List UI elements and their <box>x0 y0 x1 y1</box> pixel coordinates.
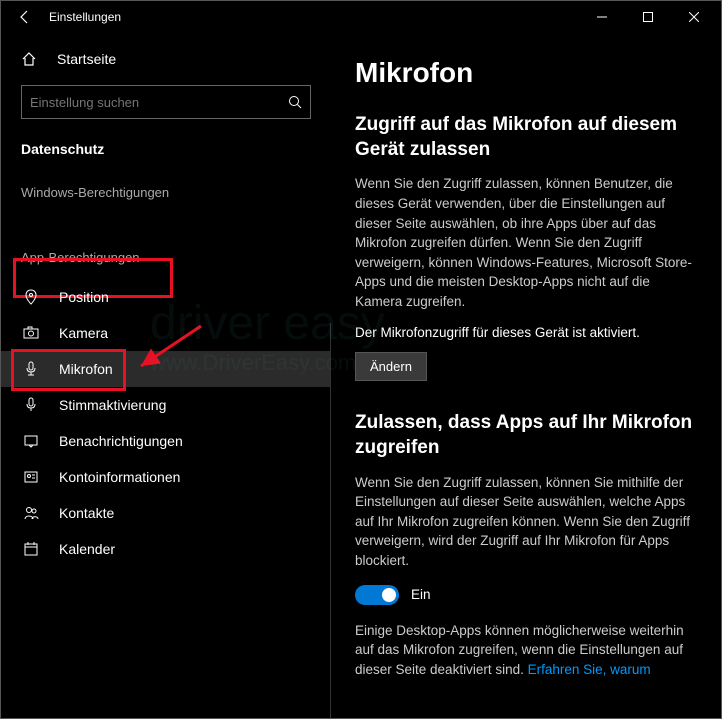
section-privacy: Datenschutz <box>1 133 331 171</box>
main-content: Mikrofon Zugriff auf das Mikrofon auf di… <box>331 33 721 718</box>
sidebar-item-label: Kontakte <box>59 505 114 521</box>
close-button[interactable] <box>671 1 717 33</box>
toggle-label: Ein <box>411 587 431 602</box>
minimize-button[interactable] <box>579 1 625 33</box>
home-nav[interactable]: Startseite <box>1 43 331 75</box>
section1-status: Der Mikrofonzugriff für dieses Gerät ist… <box>355 325 697 340</box>
learn-why-link[interactable]: Erfahren Sie, warum <box>528 662 651 677</box>
sidebar-item-calendar[interactable]: Kalender <box>1 531 331 567</box>
search-icon <box>288 95 302 109</box>
account-icon <box>21 469 41 485</box>
sidebar-item-label: Kalender <box>59 541 115 557</box>
change-button[interactable]: Ändern <box>355 352 427 381</box>
window-title: Einstellungen <box>45 10 579 24</box>
sidebar-item-label: Stimmaktivierung <box>59 397 166 413</box>
calendar-icon <box>21 541 41 557</box>
sidebar-item-label: Benachrichtigungen <box>59 433 183 449</box>
section3-body: Einige Desktop-Apps können möglicherweis… <box>355 621 697 680</box>
sidebar-item-label: Position <box>59 289 109 305</box>
location-icon <box>21 289 41 305</box>
contacts-icon <box>21 505 41 521</box>
maximize-button[interactable] <box>625 1 671 33</box>
back-button[interactable] <box>5 9 45 25</box>
search-box[interactable] <box>21 85 311 119</box>
sidebar-item-label: Kamera <box>59 325 108 341</box>
section2-body: Wenn Sie den Zugriff zulassen, können Si… <box>355 473 697 571</box>
titlebar: Einstellungen <box>1 1 721 33</box>
sidebar-item-voice[interactable]: Stimmaktivierung <box>1 387 331 423</box>
section1-title: Zugriff auf das Mikrofon auf diesem Gerä… <box>355 113 697 162</box>
search-input[interactable] <box>30 95 288 110</box>
page-title: Mikrofon <box>355 57 697 89</box>
sidebar-item-position[interactable]: Position <box>1 279 331 315</box>
home-label: Startseite <box>57 51 116 67</box>
sidebar-item-microphone[interactable]: Mikrofon <box>1 351 331 387</box>
sidebar-item-label: Kontoinformationen <box>59 469 180 485</box>
group-windows-perms: Windows-Berechtigungen <box>1 171 331 214</box>
sidebar-item-account[interactable]: Kontoinformationen <box>1 459 331 495</box>
sidebar-item-notifications[interactable]: Benachrichtigungen <box>1 423 331 459</box>
section2-title: Zulassen, dass Apps auf Ihr Mikrofon zug… <box>355 411 697 460</box>
section1-body: Wenn Sie den Zugriff zulassen, können Be… <box>355 174 697 311</box>
voice-icon <box>21 397 41 413</box>
apps-access-toggle[interactable] <box>355 585 399 605</box>
sidebar-item-contacts[interactable]: Kontakte <box>1 495 331 531</box>
microphone-icon <box>21 361 41 377</box>
notification-icon <box>21 433 41 449</box>
camera-icon <box>21 325 41 341</box>
sidebar: Startseite Datenschutz Windows-Berechtig… <box>1 33 331 718</box>
group-app-perms: App-Berechtigungen <box>1 236 331 279</box>
sidebar-item-label: Mikrofon <box>59 361 113 377</box>
sidebar-item-camera[interactable]: Kamera <box>1 315 331 351</box>
divider <box>330 323 331 718</box>
home-icon <box>21 51 41 67</box>
